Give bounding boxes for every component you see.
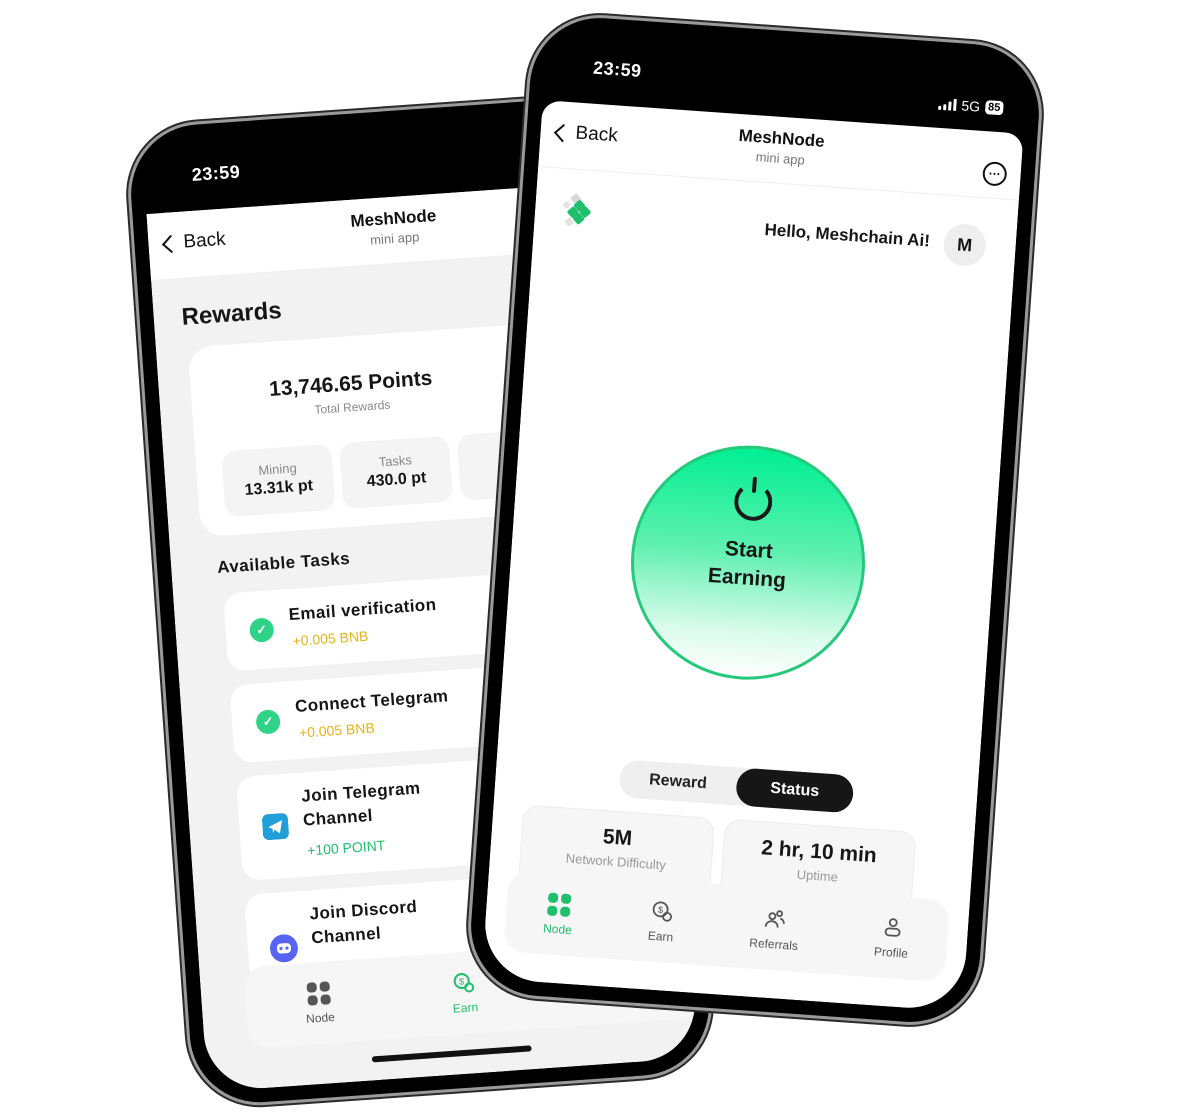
task-name: Email verification xyxy=(288,594,437,625)
segment-reward[interactable]: Reward xyxy=(618,759,737,805)
svg-text:$: $ xyxy=(459,976,465,986)
screen: 23:59 5G 85 Back MeshNode mini app ··· H… xyxy=(481,28,1029,1012)
verified-badge-icon: ✓ xyxy=(247,615,277,645)
task-reward: +0.005 BNB xyxy=(298,719,376,741)
app-container: Back MeshNode mini app ··· Hello, Meshch… xyxy=(481,100,1024,1012)
more-options-icon[interactable]: ··· xyxy=(981,161,1008,187)
verified-badge-icon: ✓ xyxy=(253,707,283,737)
mining-stat: Mining 13.31k pt xyxy=(221,443,336,518)
status-time: 23:59 xyxy=(191,161,241,185)
start-earning-button[interactable]: Start Earning xyxy=(623,437,873,688)
greeting: Hello, Meshchain Ai! xyxy=(764,219,931,251)
power-icon xyxy=(732,481,774,523)
telegram-icon xyxy=(261,812,291,842)
tab-profile[interactable]: Profile xyxy=(874,914,911,961)
battery-icon: 85 xyxy=(984,100,1004,116)
network-label: 5G xyxy=(960,97,981,115)
home-indicator xyxy=(371,1045,532,1063)
coin-icon: $ xyxy=(652,901,672,922)
task-name: Connect Telegram xyxy=(294,686,449,716)
tab-earn[interactable]: $ Earn xyxy=(647,899,675,944)
tab-earn[interactable]: $ Earn xyxy=(450,970,479,1016)
tasks-stat: Tasks 430.0 pt xyxy=(338,435,454,510)
page-title: Rewards xyxy=(180,296,283,331)
meshchain-logo-icon xyxy=(563,193,591,227)
status-time: 23:59 xyxy=(592,57,643,81)
profile-icon xyxy=(884,918,901,937)
tab-node[interactable]: Node xyxy=(543,892,575,937)
users-icon xyxy=(764,910,785,928)
available-tasks-heading: Available Tasks xyxy=(216,548,351,578)
discord-icon xyxy=(269,933,299,963)
coin-icon: $ xyxy=(453,973,475,993)
phone-node: 23:59 5G 85 Back MeshNode mini app ··· H… xyxy=(466,13,1044,1027)
tab-referrals[interactable]: Referrals xyxy=(749,906,801,953)
signal-icon xyxy=(938,98,957,112)
task-reward: +0.005 BNB xyxy=(291,627,369,649)
avatar[interactable]: M xyxy=(942,222,988,268)
reward-status-toggle: Reward Status xyxy=(618,759,855,814)
node-grid-icon xyxy=(306,980,331,1006)
task-name: Join Telegram Channel xyxy=(300,778,421,830)
task-reward: +100 POINT xyxy=(306,837,386,859)
node-grid-icon xyxy=(546,892,572,917)
task-name: Join Discord Channel xyxy=(308,896,418,948)
tab-node[interactable]: Node xyxy=(304,980,335,1025)
svg-text:$: $ xyxy=(658,905,664,915)
segment-status[interactable]: Status xyxy=(735,767,855,814)
